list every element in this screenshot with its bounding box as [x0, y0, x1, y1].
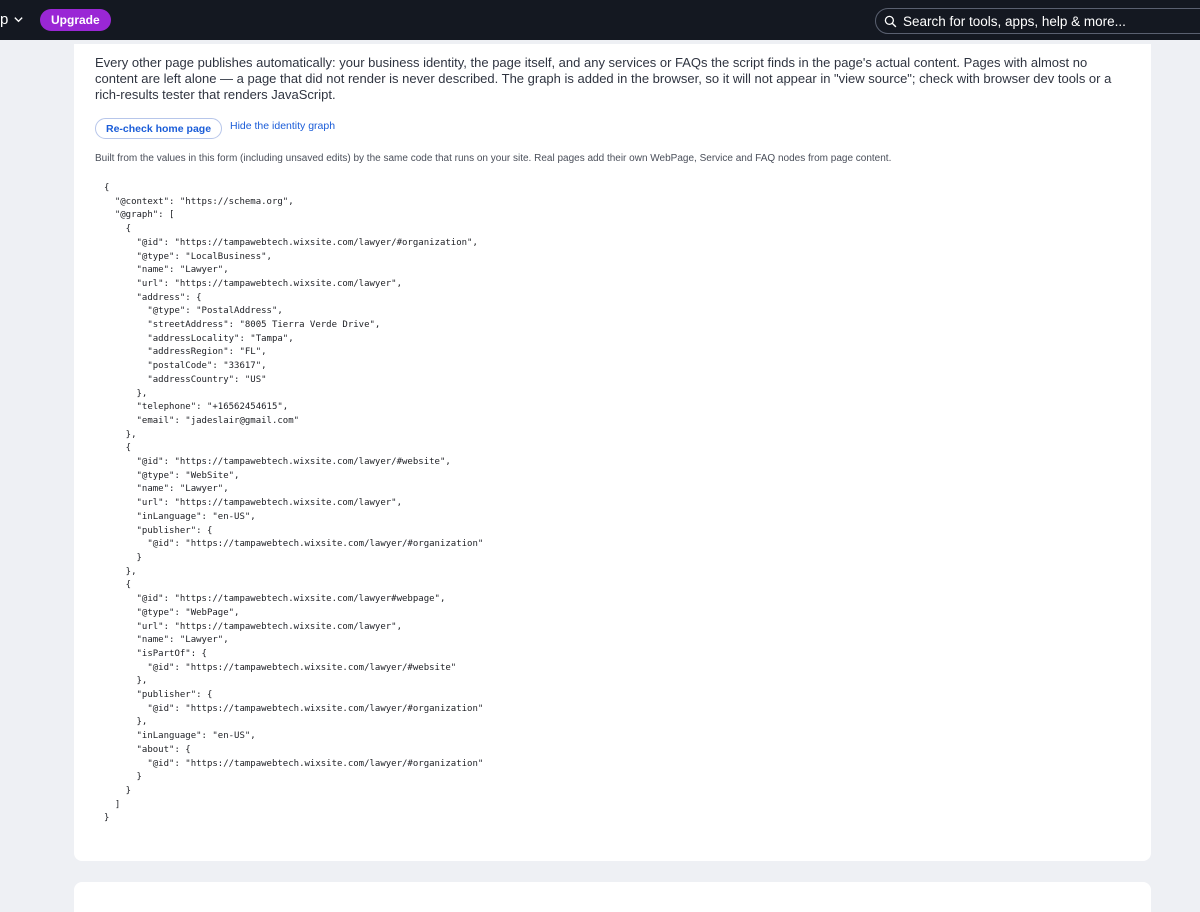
next-panel — [74, 882, 1151, 912]
search-box[interactable] — [875, 8, 1200, 34]
intro-text: Every other page publishes automatically… — [95, 55, 1112, 102]
identity-graph-panel: Every other page publishes automatically… — [74, 44, 1151, 861]
top-bar: p Upgrade — [0, 0, 1200, 40]
search-icon — [884, 15, 897, 27]
recheck-home-page-button[interactable]: Re-check home page — [95, 118, 223, 139]
site-name-label: p — [0, 11, 9, 28]
json-ld-code: { "@context": "https://schema.org", "@gr… — [104, 183, 484, 824]
search-input[interactable] — [903, 13, 1200, 29]
hide-identity-graph-link[interactable]: Hide the identity graph — [230, 120, 335, 132]
upgrade-button[interactable]: Upgrade — [40, 9, 111, 31]
built-note: Built from the values in this form (incl… — [95, 153, 892, 164]
chevron-down-icon — [14, 17, 23, 23]
site-selector[interactable]: p — [0, 11, 24, 28]
